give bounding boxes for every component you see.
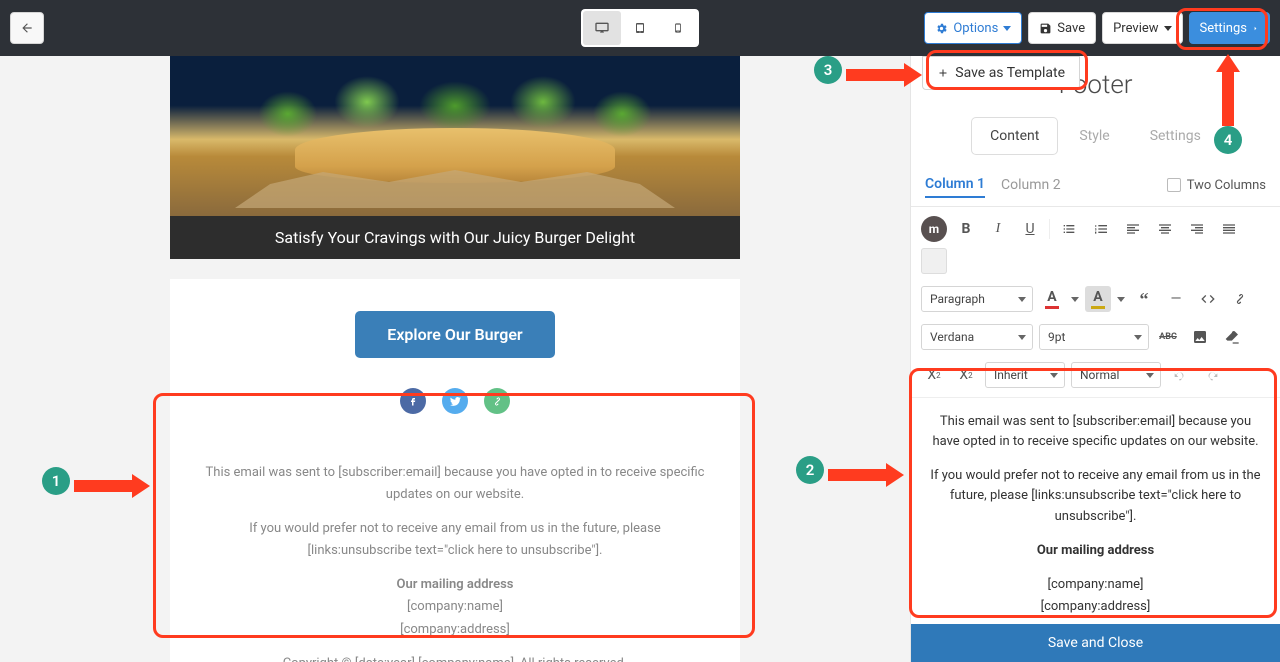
image-button[interactable] [1187, 324, 1213, 350]
tab-content[interactable]: Content [972, 118, 1057, 154]
annotation-arrow-3 [846, 63, 924, 87]
undo-button[interactable] [1167, 362, 1193, 388]
caret-down-icon[interactable] [1117, 297, 1125, 302]
email-body: Satisfy Your Cravings with Our Juicy Bur… [170, 56, 740, 662]
align-left-button[interactable] [1120, 216, 1146, 242]
column-2-tab[interactable]: Column 2 [1001, 173, 1061, 197]
settings-label: Settings [1200, 21, 1247, 36]
save-as-template-item[interactable]: Save as Template [922, 56, 1080, 90]
floppy-icon [1039, 22, 1052, 35]
hero-caption[interactable]: Satisfy Your Cravings with Our Juicy Bur… [170, 216, 740, 259]
text-color-button[interactable]: A [1039, 286, 1065, 312]
bullet-list-button[interactable] [1056, 216, 1082, 242]
underline-button[interactable]: U [1017, 216, 1043, 242]
email-canvas: Satisfy Your Cravings with Our Juicy Bur… [0, 56, 910, 662]
bold-button[interactable]: B [953, 216, 979, 242]
strikethrough-button[interactable]: ABC [1155, 324, 1181, 350]
editor-company-name: [company:name] [927, 575, 1264, 595]
italic-button[interactable]: I [985, 216, 1011, 242]
redo-button[interactable] [1199, 362, 1225, 388]
cta-button[interactable]: Explore Our Burger [355, 311, 554, 358]
blockquote-button[interactable]: “ [1131, 286, 1157, 312]
footer-copyright: Copyright © [date:year] [company:name], … [200, 653, 710, 662]
annotation-arrow-2 [828, 463, 906, 487]
horizontal-rule-button[interactable]: — [1163, 286, 1189, 312]
numbered-list-button[interactable] [1088, 216, 1114, 242]
footer-text-1: This email was sent to [subscriber:email… [200, 462, 710, 506]
device-tablet-button[interactable] [621, 11, 659, 45]
two-columns-toggle[interactable]: Two Columns [1167, 178, 1266, 193]
gear-icon [935, 22, 948, 35]
top-bar: Options Save Preview Settings [0, 0, 1280, 56]
options-label: Options [953, 21, 998, 36]
editor-mailing-heading: Our mailing address [927, 541, 1264, 561]
remove-format-button[interactable] [921, 248, 947, 274]
caret-down-icon [1003, 26, 1011, 31]
footer-mailing-heading: Our mailing address [200, 574, 710, 596]
two-columns-label: Two Columns [1187, 178, 1266, 193]
annotation-number-1: 1 [42, 467, 70, 495]
editor-text-2: If you would prefer not to receive any e… [927, 466, 1264, 526]
options-button[interactable]: Options [924, 12, 1022, 44]
column-tabs: Column 1 Column 2 Two Columns [911, 164, 1280, 207]
tab-settings[interactable]: Settings [1132, 118, 1219, 154]
device-mobile-button[interactable] [659, 11, 697, 45]
twitter-icon[interactable] [442, 388, 468, 414]
superscript-button[interactable]: X2 [953, 362, 979, 388]
back-button[interactable] [10, 12, 44, 44]
top-right-actions: Options Save Preview Settings [924, 12, 1270, 44]
column-1-tab[interactable]: Column 1 [925, 172, 985, 198]
device-desktop-button[interactable] [583, 11, 621, 45]
mailpoet-icon[interactable]: m [921, 216, 947, 242]
plus-icon [937, 67, 949, 79]
link-icon[interactable] [484, 388, 510, 414]
device-switcher [581, 9, 699, 47]
code-button[interactable] [1195, 286, 1221, 312]
editor-toolbar: m B I U Paragraph A A “ — Verdana 9p [911, 207, 1280, 398]
tab-style[interactable]: Style [1061, 118, 1127, 154]
save-label: Save [1057, 21, 1085, 36]
align-justify-button[interactable] [1216, 216, 1242, 242]
paragraph-select[interactable]: Paragraph [921, 286, 1033, 312]
editor-company-address: [company:address] [927, 597, 1264, 617]
save-and-close-button[interactable]: Save and Close [911, 624, 1280, 662]
footer-company-address: [company:address] [200, 619, 710, 641]
email-footer-block[interactable]: This email was sent to [subscriber:email… [170, 434, 740, 662]
subscript-button[interactable]: X2 [921, 362, 947, 388]
annotation-number-2: 2 [796, 456, 824, 484]
font-select[interactable]: Verdana [921, 324, 1033, 350]
footer-text-2: If you would prefer not to receive any e… [200, 518, 710, 562]
checkbox-icon [1167, 178, 1181, 192]
link-button[interactable] [1227, 286, 1253, 312]
caret-down-icon [1164, 26, 1172, 31]
preview-button[interactable]: Preview [1102, 12, 1182, 44]
chevron-right-icon [1252, 23, 1259, 34]
caret-down-icon[interactable] [1071, 297, 1079, 302]
editor-body[interactable]: This email was sent to [subscriber:email… [911, 398, 1280, 624]
font-weight-select[interactable]: Normal [1071, 362, 1161, 388]
highlight-color-button[interactable]: A [1085, 286, 1111, 312]
font-size-select[interactable]: 9pt [1039, 324, 1149, 350]
save-button[interactable]: Save [1028, 12, 1096, 44]
annotation-arrow-4 [1216, 54, 1240, 126]
align-center-button[interactable] [1152, 216, 1178, 242]
eraser-button[interactable] [1219, 324, 1245, 350]
cta-block: Explore Our Burger This email was sent t… [170, 279, 740, 662]
settings-button[interactable]: Settings [1189, 12, 1270, 44]
annotation-number-3: 3 [814, 56, 842, 84]
social-row [170, 358, 740, 434]
facebook-icon[interactable] [400, 388, 426, 414]
annotation-arrow-1 [74, 474, 152, 498]
line-height-select[interactable]: Inherit [985, 362, 1065, 388]
hero-image[interactable] [170, 56, 740, 216]
save-template-label: Save as Template [955, 65, 1065, 81]
annotation-number-4: 4 [1214, 126, 1242, 154]
editor-text-1: This email was sent to [subscriber:email… [927, 412, 1264, 452]
footer-company-name: [company:name] [200, 596, 710, 618]
align-right-button[interactable] [1184, 216, 1210, 242]
preview-label: Preview [1113, 21, 1158, 36]
